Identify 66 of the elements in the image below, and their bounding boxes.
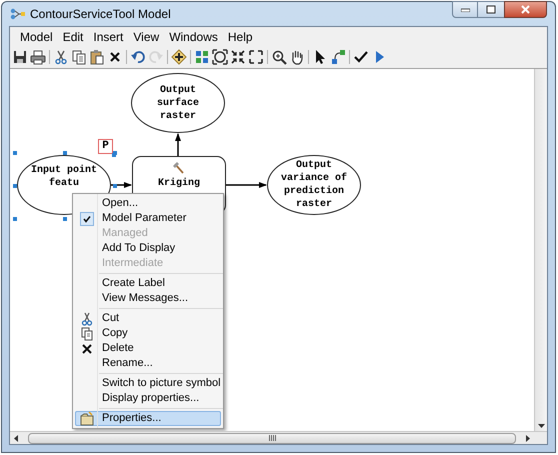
selection-handle[interactable] [112, 153, 116, 157]
scroll-left-icon[interactable] [14, 434, 18, 442]
menu-item[interactable]: Help [224, 28, 257, 46]
grid-icon[interactable] [194, 49, 210, 65]
selection-handle[interactable] [13, 184, 17, 188]
plus-diamond-icon[interactable] [171, 49, 187, 65]
magnifier-icon[interactable] [271, 49, 287, 65]
menu-item[interactable]: Model Parameter [75, 211, 221, 226]
window-title: ContourServiceTool Model [30, 6, 171, 23]
menu-item[interactable]: View Messages... [75, 291, 221, 306]
node-label: Input point featu [30, 164, 97, 190]
menu-item[interactable]: Windows [165, 28, 222, 46]
scroll-right-icon[interactable] [526, 434, 530, 442]
folder-icon [79, 411, 95, 426]
selection-handle[interactable] [63, 217, 67, 221]
selection-handle[interactable] [63, 151, 67, 155]
full-extent-icon[interactable] [212, 49, 228, 65]
selection-handle[interactable] [13, 217, 17, 221]
scissors-icon[interactable] [53, 49, 69, 65]
maximize-button[interactable] [478, 1, 504, 18]
copy-icon[interactable] [71, 49, 87, 65]
arrows-out-icon[interactable] [248, 49, 264, 65]
connect-icon[interactable] [330, 49, 346, 65]
grip-icon [268, 435, 276, 441]
menu-item[interactable]: Rename... [75, 356, 221, 371]
node-label: Output variance of prediction raster [280, 159, 347, 211]
connector-arrow [226, 182, 267, 188]
vertical-scrollbar[interactable] [534, 69, 547, 431]
save-icon[interactable] [12, 49, 28, 65]
node-label: Kriging [158, 177, 200, 190]
menu-item[interactable]: Insert [89, 28, 128, 46]
menu-item[interactable]: Model [16, 28, 57, 46]
selection-handle[interactable] [113, 184, 117, 188]
menu-item[interactable]: Cut [75, 311, 221, 326]
hammer-icon [172, 161, 186, 175]
menu-item[interactable]: Add To Display [75, 241, 221, 256]
printer-icon[interactable] [30, 49, 46, 65]
model-icon [10, 8, 26, 20]
scroll-down-icon[interactable] [538, 424, 544, 428]
scrollbar-thumb[interactable] [28, 432, 516, 444]
minimize-button[interactable] [452, 1, 478, 18]
parameter-marker[interactable]: P [98, 139, 113, 154]
node-label: Output surface raster [156, 84, 199, 122]
minimize-icon [460, 8, 470, 12]
clipboard-icon[interactable] [89, 49, 105, 65]
menu-item[interactable]: Edit [58, 28, 88, 46]
connector-arrow [175, 133, 181, 156]
menu-item[interactable]: Properties... [75, 411, 221, 426]
arrows-in-icon[interactable] [230, 49, 246, 65]
menu-item[interactable]: Switch to picture symbol [75, 376, 221, 391]
copy-icon [79, 326, 95, 341]
menu-item[interactable]: Copy [75, 326, 221, 341]
checkmark-icon[interactable] [353, 49, 369, 65]
scissors-icon [79, 311, 95, 326]
menu-item[interactable]: Open... [75, 196, 221, 211]
hand-icon[interactable] [289, 49, 305, 65]
selection-handle[interactable] [13, 151, 17, 155]
menu-item[interactable]: Display properties... [75, 391, 221, 406]
undo-icon[interactable] [130, 49, 146, 65]
menu-item[interactable]: Create Label [75, 276, 221, 291]
connector-arrow [111, 182, 132, 188]
maximize-icon [486, 5, 496, 14]
close-icon [521, 5, 530, 14]
menu-item[interactable]: Delete [75, 341, 221, 356]
close-button[interactable] [504, 1, 547, 18]
menu-item[interactable]: View [129, 28, 164, 46]
